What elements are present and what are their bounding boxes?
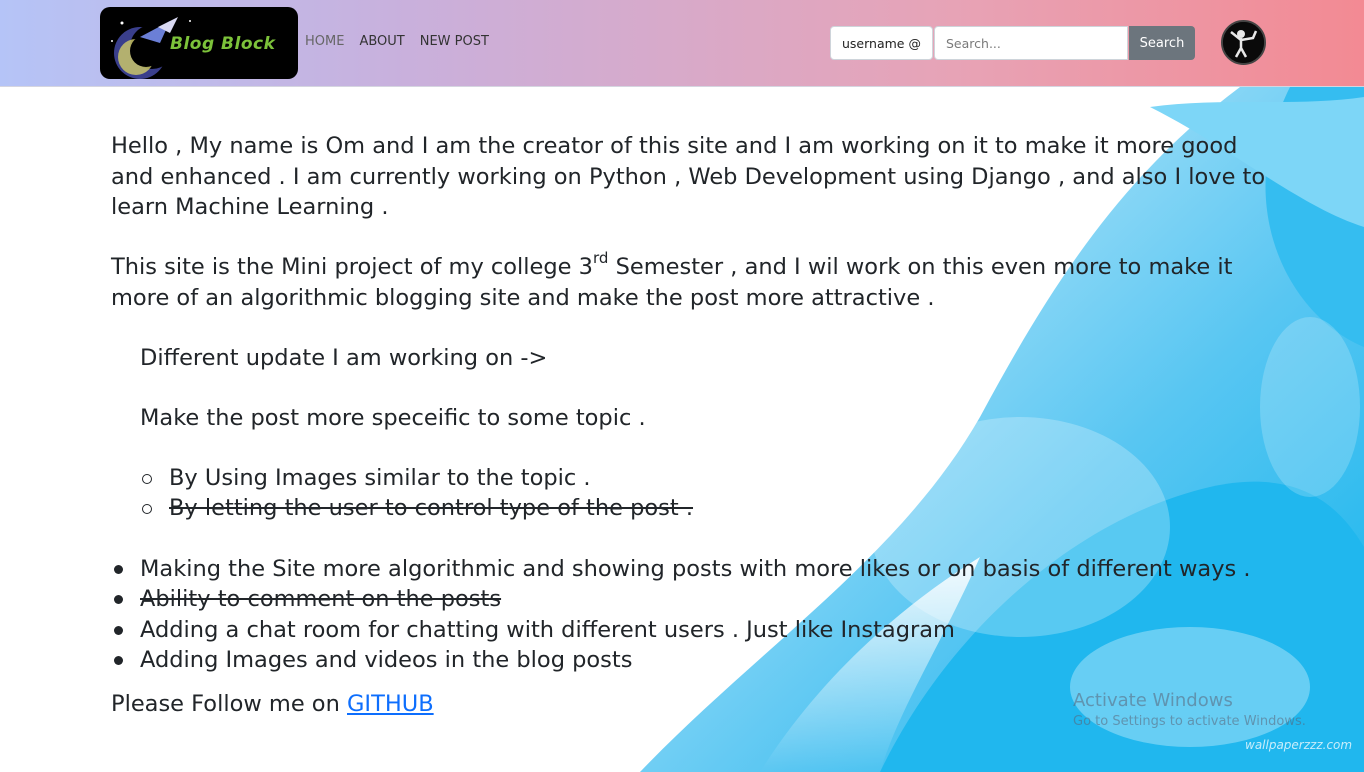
list-item-completed: Ability to comment on the posts — [111, 584, 1271, 615]
main-update-list: Making the Site more algorithmic and sho… — [111, 554, 1271, 676]
list-item: Adding a chat room for chatting with dif… — [111, 615, 1271, 646]
activate-windows-notice: Activate Windows Go to Settings to activ… — [1073, 690, 1306, 729]
list-item-completed: By letting the user to control type of t… — [140, 493, 1271, 524]
github-link[interactable]: GITHUB — [347, 691, 434, 717]
project-paragraph: This site is the Mini project of my coll… — [111, 248, 1271, 313]
nav-link-about[interactable]: ABOUT — [359, 34, 404, 49]
follow-text: Please Follow me on — [111, 690, 347, 717]
intro-paragraph: Hello , My name is Om and I am the creat… — [111, 133, 1266, 220]
brand-logo[interactable]: Blog Block — [100, 7, 298, 79]
about-content: Hello , My name is Om and I am the creat… — [111, 131, 1271, 719]
avatar[interactable] — [1221, 20, 1266, 65]
dabbing-figure-icon — [1223, 22, 1264, 63]
list-item: By Using Images similar to the topic . — [140, 463, 1271, 494]
nav-link-new-post[interactable]: NEW POST — [420, 34, 489, 49]
wallpaper-watermark: wallpaperzzz.com — [1245, 738, 1353, 752]
search-button[interactable]: Search — [1129, 26, 1195, 60]
list-item: Making the Site more algorithmic and sho… — [111, 554, 1271, 585]
activate-windows-title: Activate Windows — [1073, 690, 1233, 711]
username-display[interactable]: username @ — [830, 26, 933, 60]
activate-windows-subtitle: Go to Settings to activate Windows. — [1073, 714, 1306, 729]
search-input[interactable] — [934, 26, 1128, 60]
sub-update-list: By Using Images similar to the topic . B… — [111, 463, 1271, 524]
updates-heading: Different update I am working on -> — [140, 344, 548, 371]
nav-link-home[interactable]: HOME — [305, 34, 344, 49]
navbar: Blog Block HOME ABOUT NEW POST username … — [0, 0, 1364, 87]
brand-name: Blog Block — [170, 34, 276, 54]
search-form: username @ Search — [830, 26, 1195, 60]
ordinal-suffix: rd — [593, 248, 609, 267]
updates-subheading: Make the post more speceific to some top… — [140, 404, 646, 431]
project-text-start: This site is the Mini project of my coll… — [111, 254, 593, 280]
list-item: Adding Images and videos in the blog pos… — [111, 645, 1271, 676]
nav-links: HOME ABOUT NEW POST — [305, 34, 489, 49]
